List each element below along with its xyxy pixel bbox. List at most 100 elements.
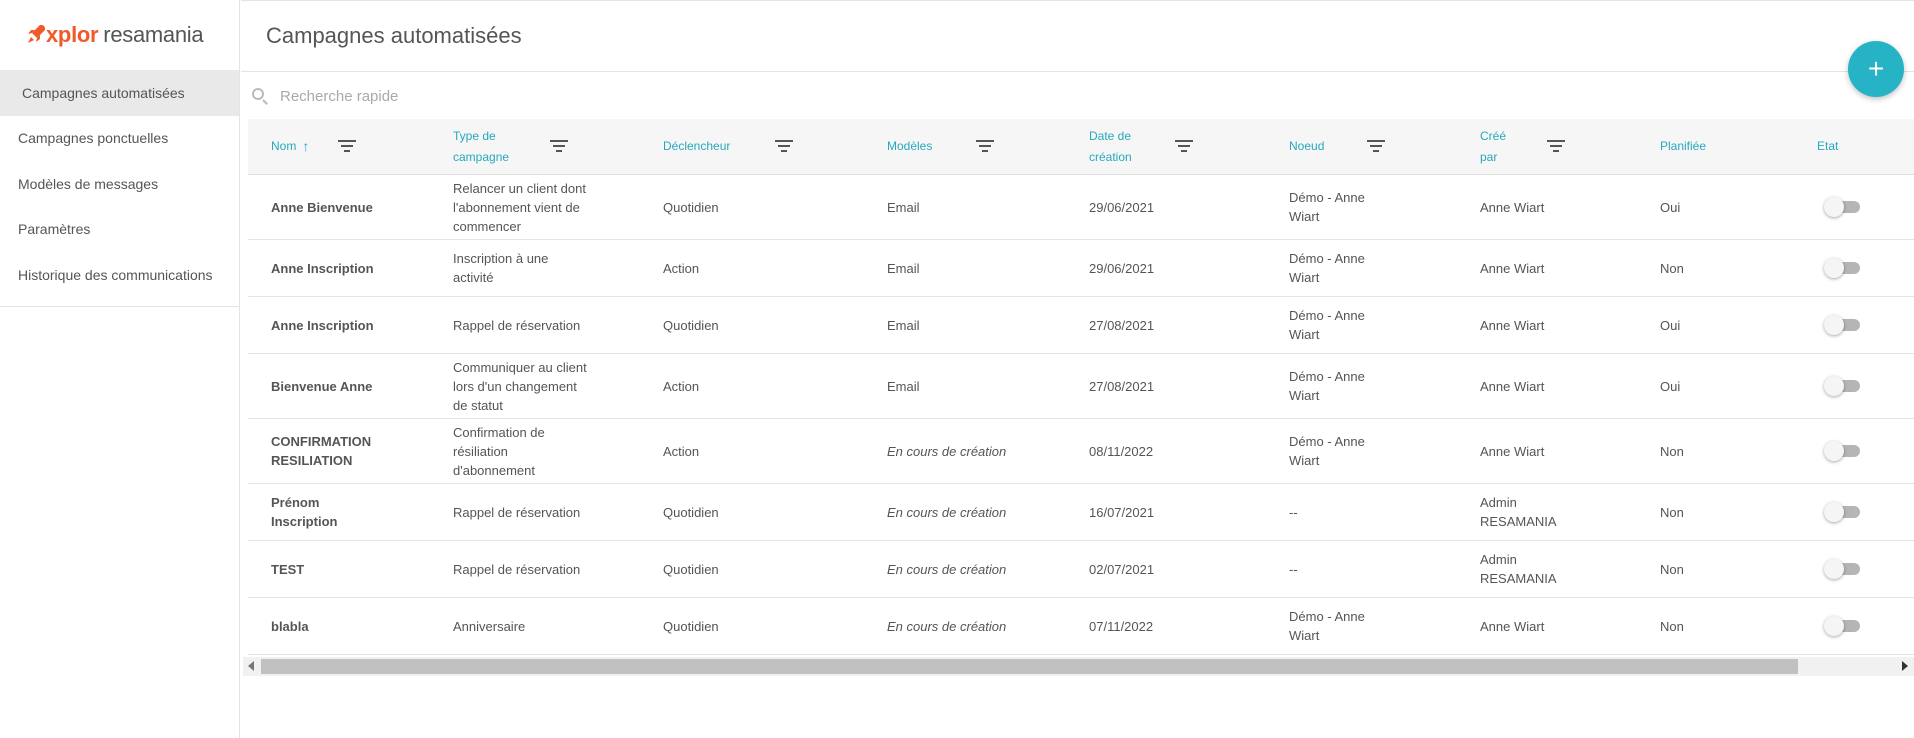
etat-toggle[interactable] [1824, 315, 1860, 335]
filter-icon[interactable] [549, 140, 569, 154]
table-header: Nom ↑ Type de campagne Déclencheur Modèl… [248, 119, 1914, 175]
col-header-label: Etat [1817, 139, 1839, 153]
cell-planifiee: Non [1660, 504, 1684, 520]
cell-modeles: En cours de création [887, 443, 1007, 459]
scroll-left-arrow-icon[interactable] [248, 661, 254, 671]
cell-declencheur: Action [663, 260, 700, 276]
logo[interactable]: xplor resamania [0, 0, 239, 70]
cell-nom: Anne Inscription [271, 260, 374, 276]
cell-type: Communiquer au client lors d'un changeme… [453, 359, 587, 413]
filter-icon[interactable] [774, 140, 794, 154]
search-bar [250, 80, 950, 112]
cell-type: Rappel de réservation [453, 317, 581, 333]
search-input[interactable] [280, 87, 880, 105]
app: xplor resamania Campagnes automatisées C… [0, 0, 1914, 738]
rocket-icon [28, 25, 45, 43]
cell-modeles: Email [887, 199, 920, 215]
col-header-label: Nom [271, 139, 297, 153]
col-header-date[interactable]: Date de création [1089, 119, 1149, 174]
etat-toggle[interactable] [1824, 441, 1860, 461]
cell-planifiee: Oui [1660, 378, 1681, 394]
cell-planifiee: Non [1660, 618, 1684, 634]
col-header-cree-par[interactable]: Créé par [1480, 119, 1520, 174]
cell-date: 27/08/2021 [1089, 317, 1155, 333]
sidebar-item-modeles-de-messages[interactable]: Modèles de messages [0, 161, 239, 207]
logo-resamania-text: resamania [103, 22, 204, 47]
cell-cree-par: Anne Wiart [1480, 260, 1545, 276]
etat-toggle[interactable] [1824, 258, 1860, 278]
logo-xplor-text: xplor [46, 22, 99, 47]
xplor-resamania-logo: xplor resamania [26, 22, 204, 48]
cell-declencheur: Quotidien [663, 504, 719, 520]
etat-toggle[interactable] [1824, 376, 1860, 396]
filter-icon[interactable] [1546, 140, 1566, 154]
col-header-type[interactable]: Type de campagne [453, 119, 553, 174]
sidebar-item-campagnes-automatisees[interactable]: Campagnes automatisées [0, 70, 239, 116]
etat-toggle[interactable] [1824, 197, 1860, 217]
plus-icon: + [1867, 53, 1885, 84]
cell-nom: Anne Inscription [271, 317, 374, 333]
col-header-noeud[interactable]: Noeud [1289, 119, 1324, 174]
horizontal-scrollbar[interactable] [243, 657, 1914, 676]
cell-noeud: Démo - Anne Wiart [1289, 609, 1365, 643]
filter-icon[interactable] [1174, 140, 1194, 154]
col-header-modeles[interactable]: Modèles [887, 119, 932, 174]
filter-icon[interactable] [337, 140, 357, 154]
cell-noeud: -- [1289, 504, 1298, 520]
col-header-label: Planifiée [1660, 139, 1707, 153]
sort-ascending-icon[interactable]: ↑ [302, 136, 309, 157]
cell-modeles: En cours de création [887, 504, 1007, 520]
table-row[interactable]: Anne Inscription Rappel de réservation Q… [248, 297, 1914, 354]
cell-planifiee: Oui [1660, 199, 1681, 215]
table-row[interactable]: TEST Rappel de réservation Quotidien En … [248, 541, 1914, 598]
scrollbar-thumb[interactable] [261, 659, 1798, 674]
scroll-right-arrow-icon[interactable] [1902, 661, 1908, 671]
filter-icon[interactable] [975, 140, 995, 154]
etat-toggle[interactable] [1824, 559, 1860, 579]
table-row[interactable]: Anne Bienvenue Relancer un client dont l… [248, 175, 1914, 240]
campaigns-table: Nom ↑ Type de campagne Déclencheur Modèl… [248, 119, 1914, 655]
col-header-label: Modèles [887, 139, 933, 153]
col-header-planifiee[interactable]: Planifiée [1660, 119, 1706, 174]
table-row[interactable]: blabla Anniversaire Quotidien En cours d… [248, 598, 1914, 655]
etat-toggle[interactable] [1824, 616, 1860, 636]
col-header-etat[interactable]: Etat [1817, 119, 1838, 174]
cell-noeud: Démo - Anne Wiart [1289, 251, 1365, 285]
cell-nom: Prénom Inscription [271, 495, 338, 529]
table-row[interactable]: Anne Inscription Inscription à une activ… [248, 240, 1914, 297]
table-row[interactable]: CONFIRMATION RESILIATION Confirmation de… [248, 419, 1914, 484]
cell-modeles: Email [887, 378, 920, 394]
col-header-label: Date de création [1089, 128, 1132, 164]
cell-nom: Anne Bienvenue [271, 199, 373, 215]
table-row[interactable]: Prénom Inscription Rappel de réservation… [248, 484, 1914, 541]
sidebar-item-campagnes-ponctuelles[interactable]: Campagnes ponctuelles [0, 116, 239, 162]
cell-planifiee: Oui [1660, 317, 1681, 333]
cell-declencheur: Quotidien [663, 618, 719, 634]
cell-date: 27/08/2021 [1089, 378, 1155, 394]
col-header-declencheur[interactable]: Déclencheur [663, 119, 730, 174]
col-header-label: Type de campagne [453, 128, 510, 164]
cell-declencheur: Quotidien [663, 317, 719, 333]
filter-icon[interactable] [1366, 140, 1386, 154]
cell-date: 16/07/2021 [1089, 504, 1155, 520]
cell-planifiee: Non [1660, 260, 1684, 276]
cell-noeud: -- [1289, 561, 1298, 577]
sidebar-item-historique[interactable]: Historique des communications [0, 252, 239, 298]
cell-date: 07/11/2022 [1089, 618, 1154, 634]
add-campaign-button[interactable]: + [1848, 41, 1904, 97]
cell-type: Confirmation de résiliation d'abonnement [453, 424, 545, 478]
col-header-label: Déclencheur [663, 139, 731, 153]
col-header-label: Noeud [1289, 139, 1325, 153]
col-header-nom[interactable]: Nom ↑ [271, 119, 309, 174]
table-row[interactable]: Bienvenue Anne Communiquer au client lor… [248, 354, 1914, 419]
search-icon [250, 86, 270, 106]
cell-nom: CONFIRMATION RESILIATION [271, 434, 372, 468]
sidebar-item-parametres[interactable]: Paramètres [0, 207, 239, 253]
cell-noeud: Démo - Anne Wiart [1289, 369, 1365, 403]
cell-date: 29/06/2021 [1089, 260, 1155, 276]
cell-planifiee: Non [1660, 561, 1684, 577]
cell-cree-par: Anne Wiart [1480, 443, 1545, 459]
cell-cree-par: Anne Wiart [1480, 317, 1545, 333]
cell-noeud: Démo - Anne Wiart [1289, 190, 1365, 224]
etat-toggle[interactable] [1824, 502, 1860, 522]
